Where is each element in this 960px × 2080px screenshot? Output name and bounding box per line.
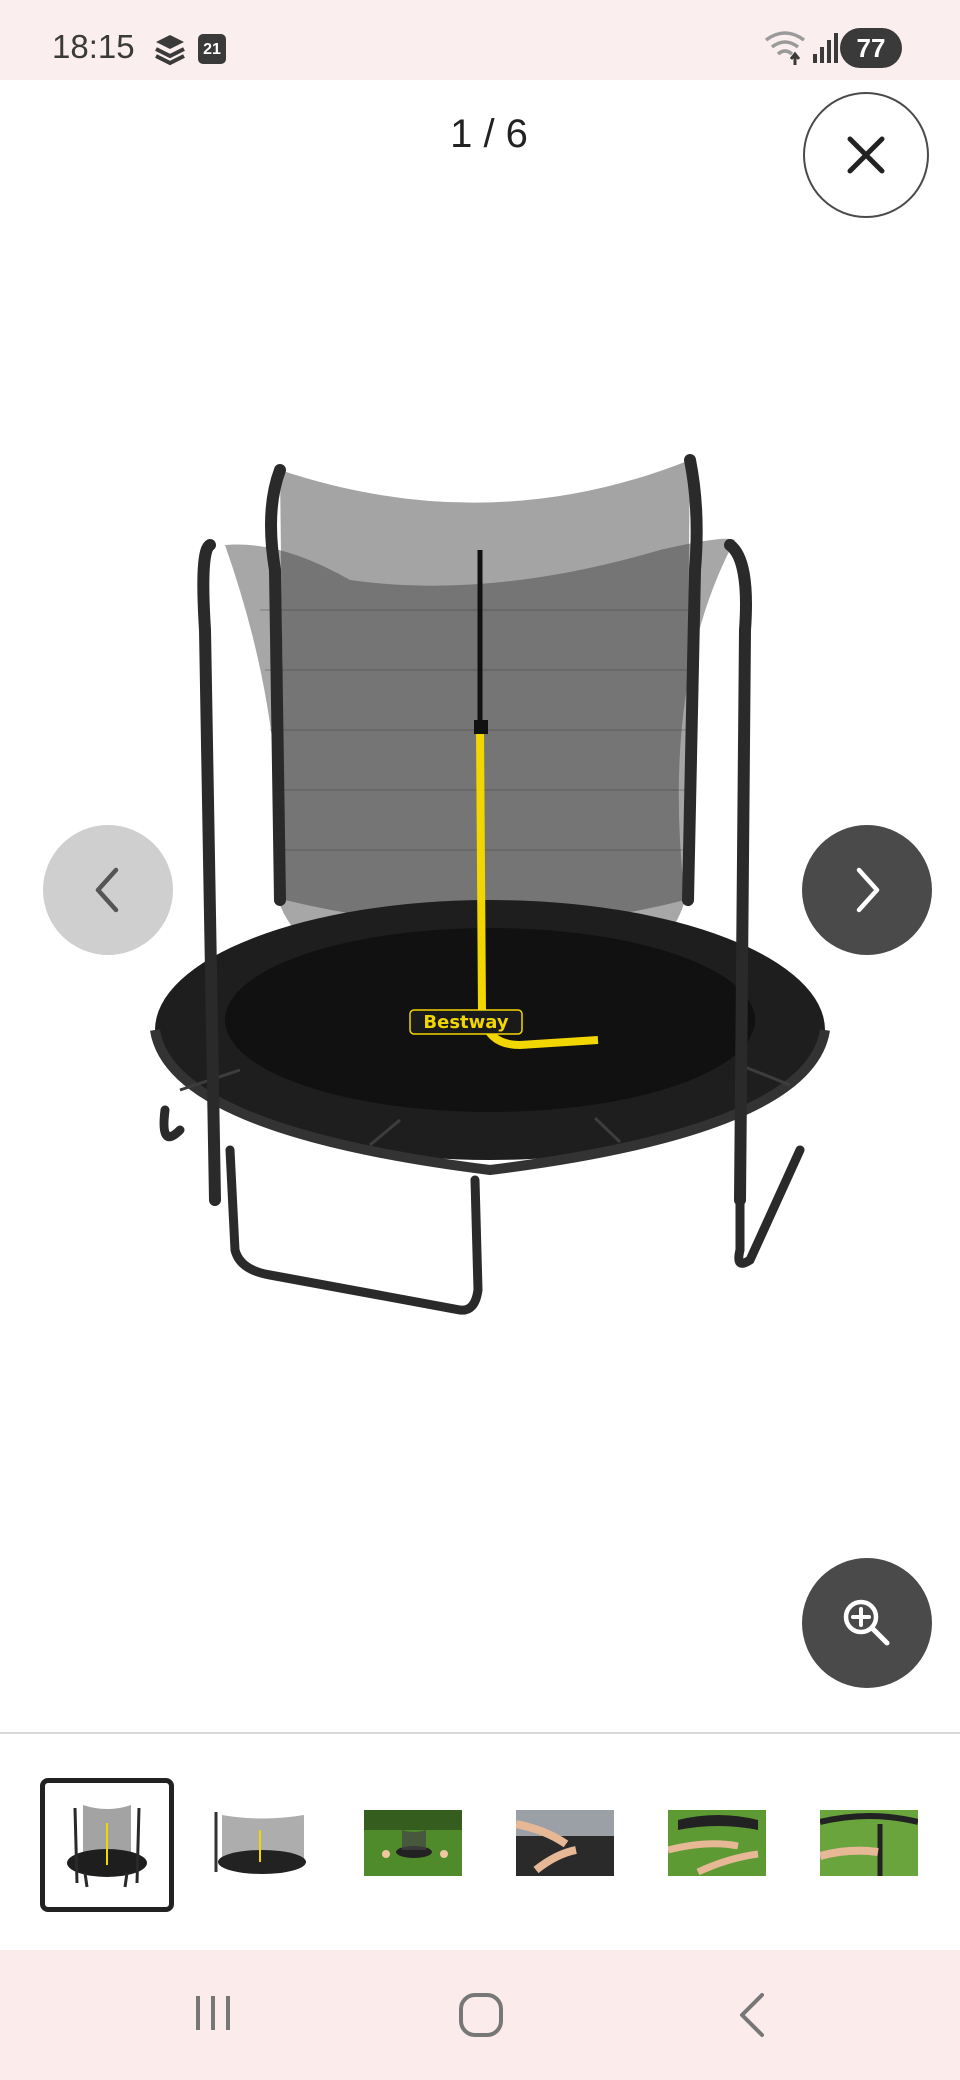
- thumbnail-image: [212, 1810, 310, 1876]
- system-nav-bar: [0, 1950, 960, 2080]
- back-icon[interactable]: [732, 1990, 772, 2040]
- thumbnail-image: [820, 1810, 918, 1876]
- brand-logo: Bestway: [423, 1012, 508, 1033]
- recents-icon[interactable]: [190, 1990, 236, 2036]
- close-button[interactable]: [803, 92, 929, 218]
- zoom-in-icon: [843, 1599, 890, 1646]
- thumbnail-image: [67, 1805, 147, 1888]
- next-image-button[interactable]: [802, 825, 932, 955]
- calendar-icon: 21: [198, 34, 226, 64]
- calendar-day: 21: [203, 41, 221, 58]
- thumbnail-5[interactable]: [668, 1810, 766, 1876]
- status-bar: 18:15 21 77: [0, 0, 960, 80]
- thumbnail-strip: [0, 1770, 960, 1912]
- thumbnail-image: [364, 1810, 462, 1876]
- product-image[interactable]: Bestway: [140, 430, 840, 1350]
- thumbnail-2[interactable]: [212, 1810, 310, 1876]
- previous-image-button[interactable]: [43, 825, 173, 955]
- thumbnail-image: [668, 1810, 766, 1876]
- close-icon: [847, 136, 885, 174]
- home-icon[interactable]: [456, 1990, 506, 2040]
- wifi-icon: [764, 31, 806, 65]
- cloud-stack-icon: [155, 35, 185, 66]
- battery-level: 77: [856, 33, 886, 63]
- thumbnail-6[interactable]: [820, 1810, 918, 1876]
- status-time: 18:15: [52, 28, 135, 65]
- thumbnail-4[interactable]: [516, 1810, 614, 1876]
- thumbnail-3[interactable]: [364, 1810, 462, 1876]
- battery-icon: 77: [840, 28, 902, 68]
- zoom-button[interactable]: [802, 1558, 932, 1688]
- chevron-right-icon: [856, 867, 880, 913]
- divider: [0, 1732, 960, 1734]
- signal-icon: [813, 33, 838, 63]
- thumbnail-image: [516, 1810, 614, 1876]
- chevron-left-icon: [95, 867, 119, 913]
- thumbnail-1[interactable]: [40, 1778, 174, 1912]
